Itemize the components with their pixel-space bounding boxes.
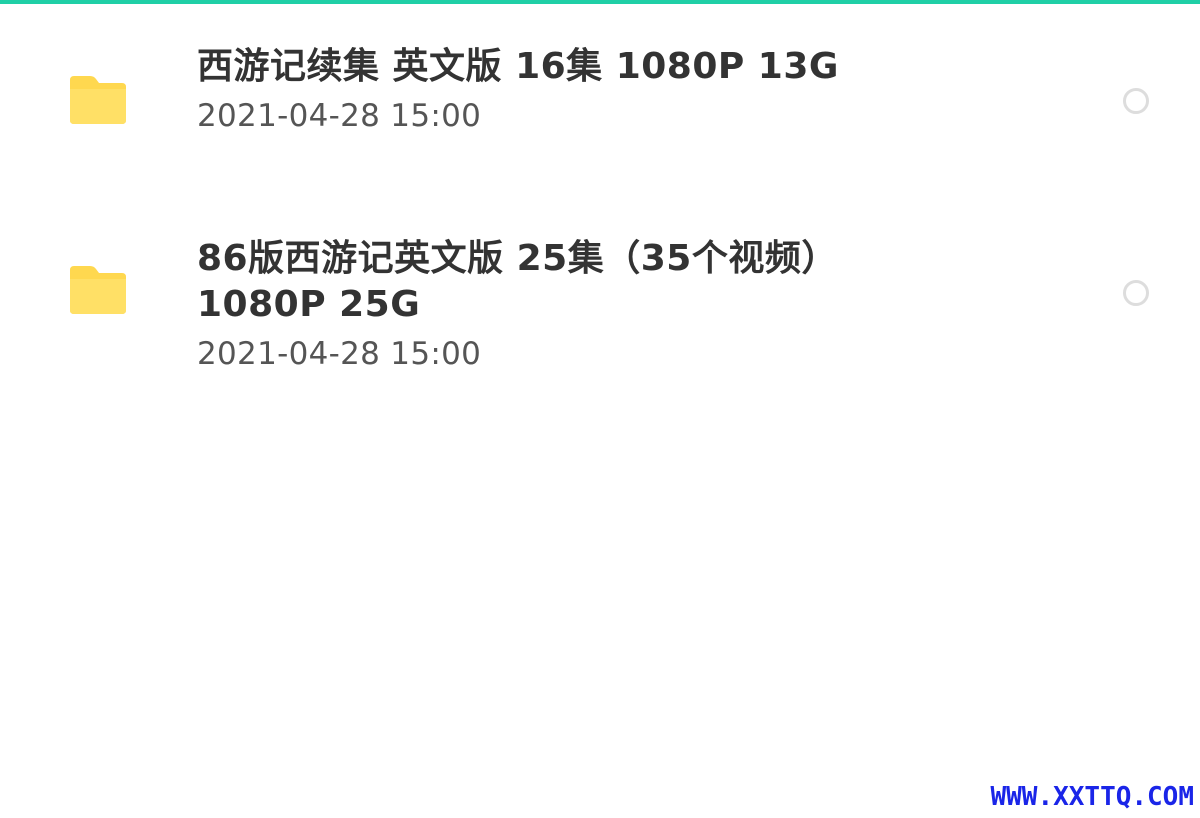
file-text: 86版西游记英文版 25集（35个视频） 1080P 25G 2021-04-2… (197, 236, 1077, 374)
file-row[interactable]: 86版西游记英文版 25集（35个视频） 1080P 25G 2021-04-2… (0, 236, 1200, 396)
file-text: 西游记续集 英文版 16集 1080P 13G 2021-04-28 15:00 (197, 44, 1077, 136)
file-row[interactable]: 西游记续集 英文版 16集 1080P 13G 2021-04-28 15:00 (0, 44, 1200, 154)
file-title-line-1: 86版西游记英文版 25集（35个视频） (197, 238, 838, 279)
folder-icon (70, 76, 126, 124)
file-date: 2021-04-28 15:00 (197, 98, 482, 134)
select-radio[interactable] (1123, 280, 1149, 306)
file-title: 西游记续集 英文版 16集 1080P 13G (197, 46, 839, 87)
watermark: WWW.XXTTQ.COM (990, 782, 1195, 812)
folder-icon (70, 266, 126, 314)
select-radio[interactable] (1123, 88, 1149, 114)
file-date: 2021-04-28 15:00 (197, 336, 482, 372)
file-title-line-2: 1080P 25G (197, 284, 421, 325)
top-accent-bar (0, 0, 1200, 4)
